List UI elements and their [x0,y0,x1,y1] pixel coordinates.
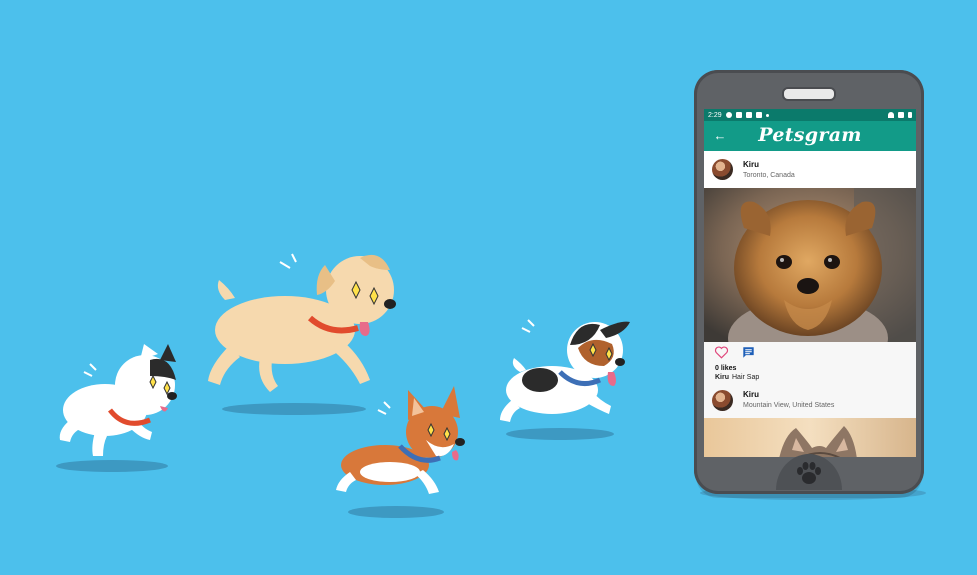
post-username[interactable]: Kiru [743,390,759,399]
jack-russell-illustration [500,319,630,422]
likes-count: 0 likes [715,365,737,372]
post-photo-yorkie[interactable] [704,188,916,342]
notification-dot-icon [765,113,769,117]
caption-text: Hair Sap [732,374,760,381]
photo-icon [745,112,752,118]
app-bar: ← Petsgram [704,121,916,151]
french-bulldog-illustration [59,344,177,456]
post-actions [704,342,916,364]
phone-frame: 2:29 ← Petsgram Kiru Toronto, Canada 0 l… [694,70,924,494]
caption-username[interactable]: Kiru [715,374,729,381]
app-title: Petsgram [758,124,862,146]
paw-icon [797,462,821,484]
shield-icon [735,112,742,118]
battery-icon [908,112,912,118]
wifi-icon [888,112,894,118]
settings-icon [725,112,732,118]
image-icon [755,112,762,118]
post-location: Toronto, Canada [743,172,795,179]
signal-icon [898,112,904,118]
post-header[interactable]: Kiru Toronto, Canada [704,151,916,188]
avatar[interactable] [712,390,733,411]
post-location: Mountain View, United States [743,402,835,409]
phone-screen: 2:29 ← Petsgram Kiru Toronto, Canada 0 l… [704,109,916,457]
heart-outline-icon[interactable] [714,346,729,359]
post-header[interactable]: Kiru Mountain View, United States [704,384,916,418]
status-time: 2:29 [708,111,722,119]
running-dogs-illustration [56,253,630,518]
phone-speaker [782,87,836,101]
background-scene: 2:29 ← Petsgram Kiru Toronto, Canada 0 l… [0,0,977,575]
corgi-illustration [336,386,465,494]
avatar[interactable] [712,159,733,180]
post-username[interactable]: Kiru [743,160,759,169]
home-button[interactable] [776,454,842,490]
golden-retriever-illustration [208,253,396,392]
comment-icon[interactable] [742,346,755,359]
status-bar: 2:29 [704,109,916,121]
post-caption: Kiru Hair Sap [704,373,916,382]
post-photo-cat[interactable] [704,418,916,457]
